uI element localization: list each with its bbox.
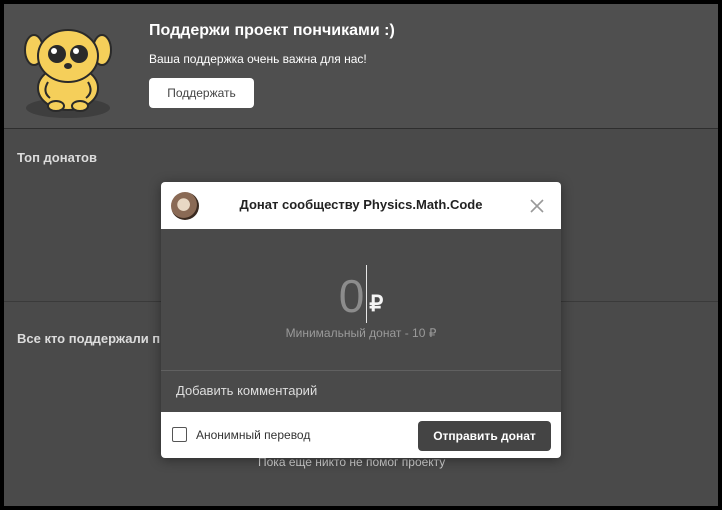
supporters-heading: Все кто поддержали п [17, 331, 161, 346]
amount-section: 0 ₽ Минимальный донат - 10 ₽ [161, 229, 561, 369]
modal-footer: Анонимный перевод Отправить донат [161, 412, 561, 458]
send-donation-button[interactable]: Отправить донат [418, 421, 551, 451]
amount-value[interactable]: 0 [339, 270, 365, 322]
banner-subtitle: Ваша поддержка очень важна для нас! [149, 52, 367, 66]
banner-title: Поддержи проект пончиками :) [149, 22, 395, 39]
add-comment-field[interactable]: Добавить комментарий [161, 370, 561, 412]
close-icon[interactable] [527, 196, 547, 216]
add-comment-label[interactable]: Добавить комментарий [176, 383, 317, 398]
anonymous-checkbox[interactable] [172, 427, 187, 442]
currency-symbol: ₽ [369, 291, 384, 316]
support-banner: Поддержи проект пончиками :) Ваша поддер… [4, 4, 718, 129]
page-frame: Поддержи проект пончиками :) Ваша поддер… [4, 4, 718, 506]
top-donations-heading: Топ донатов [17, 150, 97, 165]
text-caret [366, 265, 368, 323]
modal-header: Донат сообществу Physics.Math.Code [161, 182, 561, 229]
donation-modal: Донат сообществу Physics.Math.Code 0 ₽ Ми… [161, 182, 561, 458]
anonymous-label[interactable]: Анонимный перевод [196, 428, 310, 442]
modal-title: Донат сообществу Physics.Math.Code [239, 197, 483, 212]
support-button[interactable]: Поддержать [149, 78, 254, 108]
dog-mascot-icon [24, 29, 112, 118]
min-donation-hint: Минимальный донат - 10 ₽ [285, 326, 437, 340]
amount-input[interactable]: 0 ₽ [161, 265, 561, 323]
